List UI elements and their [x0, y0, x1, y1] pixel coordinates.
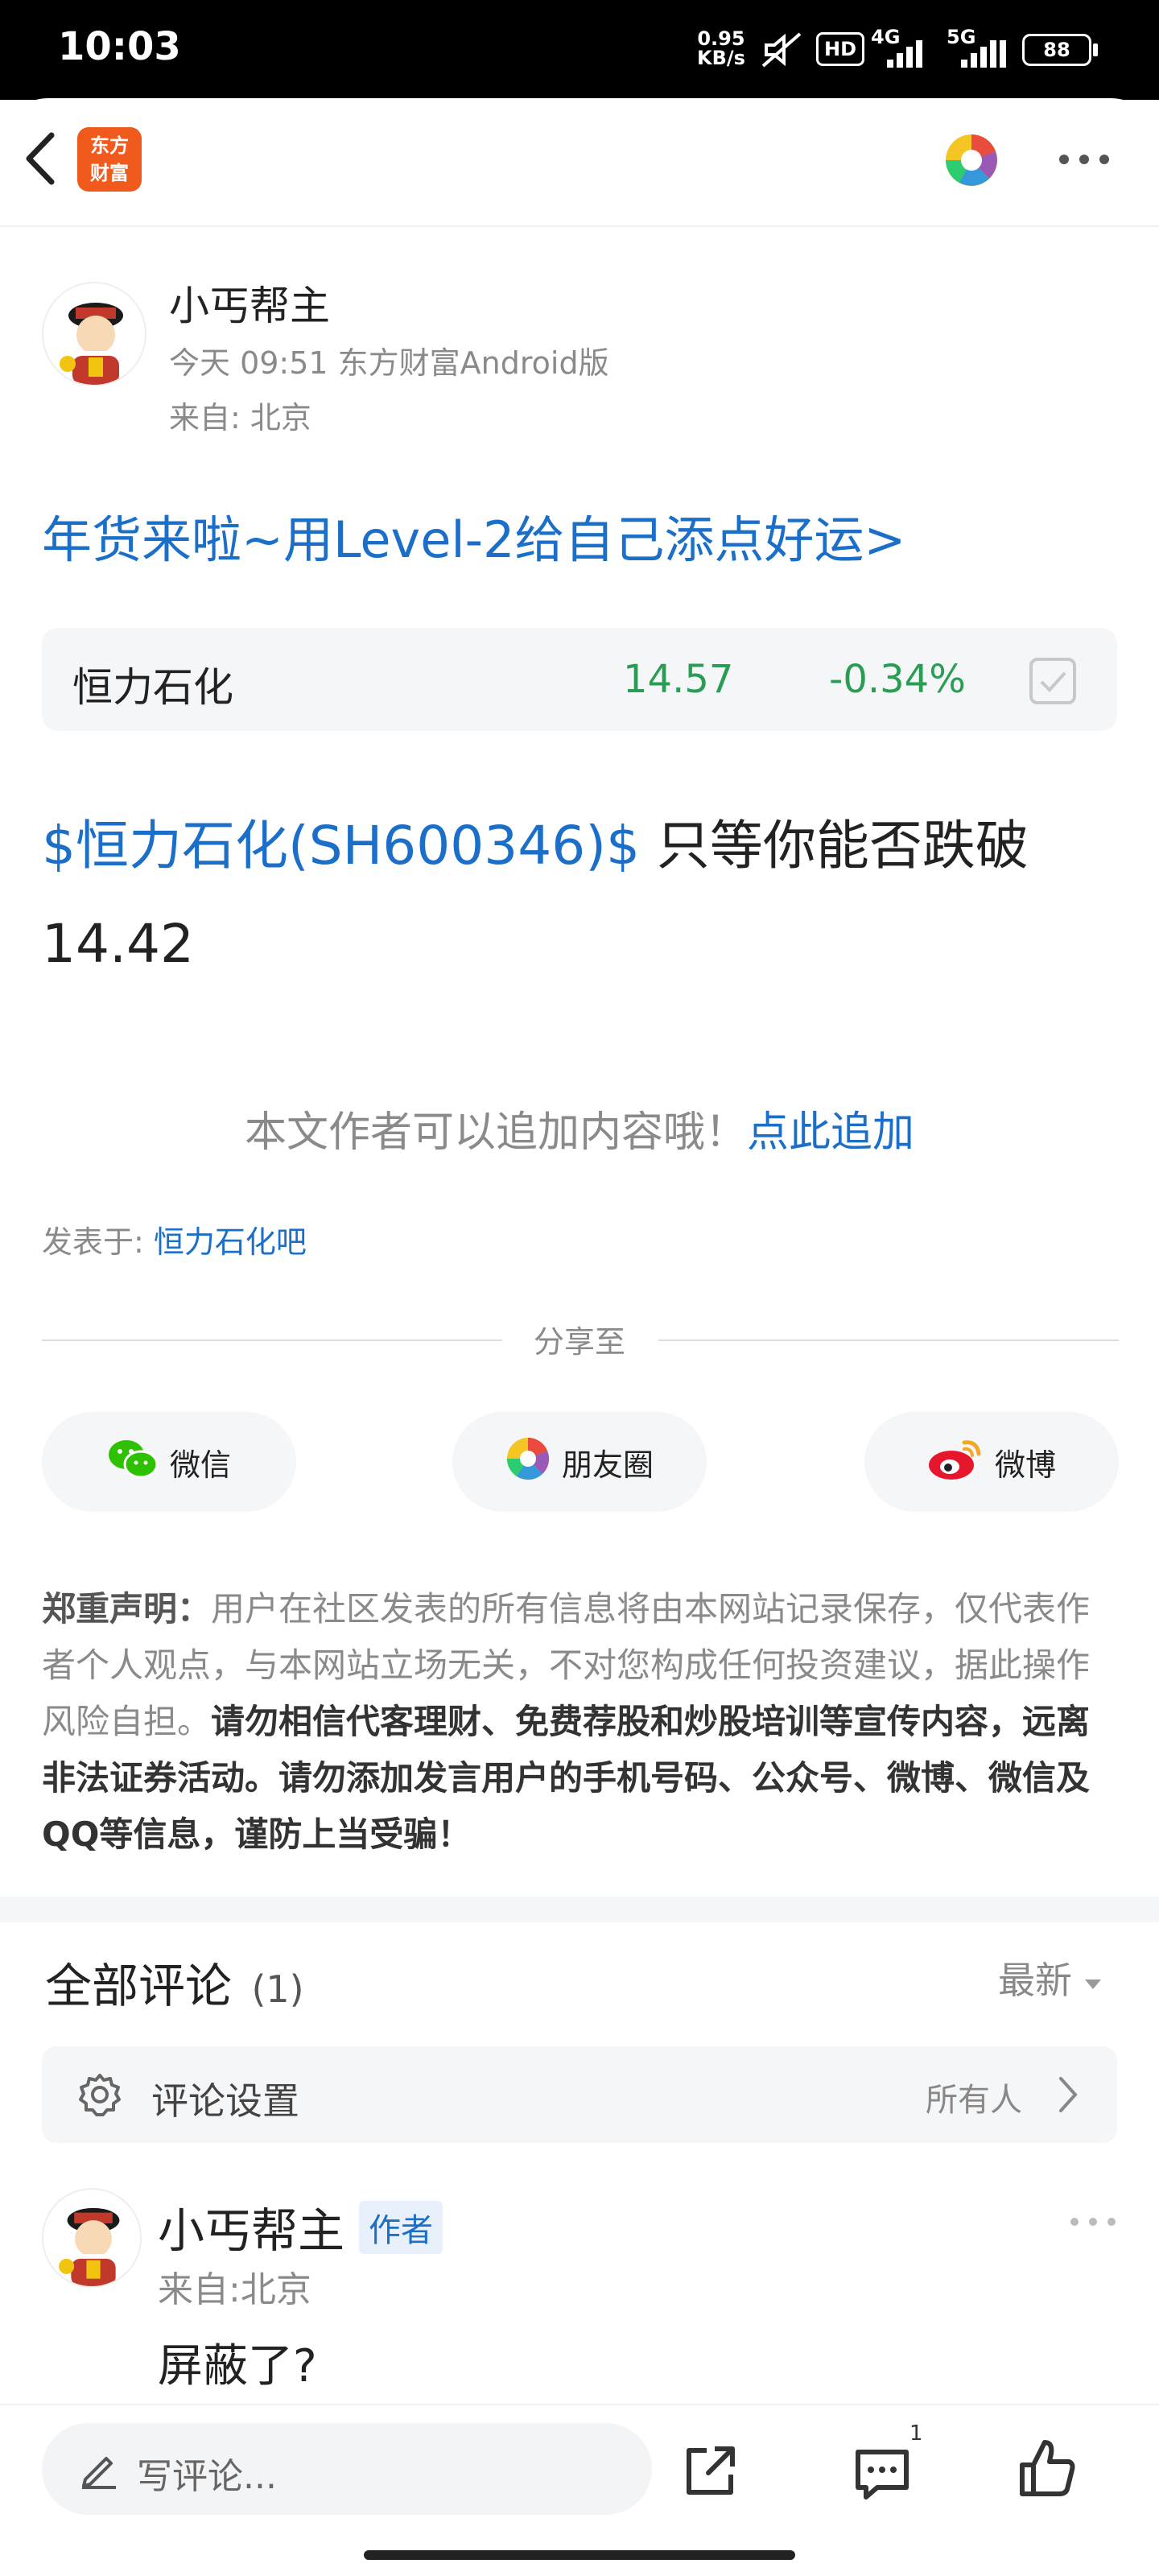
share-icon[interactable] [681, 2442, 739, 2504]
checkbox-icon[interactable] [1029, 657, 1077, 708]
stock-change: -0.34% [829, 657, 966, 702]
comment-author[interactable]: 小丐帮主 [158, 2193, 344, 2260]
mute-icon [760, 31, 805, 72]
logo-line2: 财富 [90, 162, 129, 184]
battery-tip [1093, 43, 1098, 56]
stock-name: 恒力石化 [72, 664, 233, 711]
share-wechat-label: 微信 [169, 1447, 231, 1483]
share-divider-right [658, 1340, 1119, 1341]
append-row: 本文作者可以追加内容哦！点此追加 [0, 1098, 1159, 1158]
share-moments-button[interactable]: 朋友圈 [452, 1412, 707, 1512]
posted-in-link[interactable]: 恒力石化吧 [154, 1224, 307, 1260]
status-bar: 10:03 0.95 KB/s HD 4G 5G 88 [0, 0, 1159, 100]
comment-more-icon[interactable] [1069, 2215, 1117, 2231]
author-name[interactable]: 小丐帮主 [169, 274, 330, 332]
logo-line1: 东方 [90, 134, 129, 157]
stock-card[interactable]: 恒力石化 14.57 -0.34% [42, 628, 1117, 731]
share-weibo-label: 微博 [994, 1447, 1056, 1483]
signal2-icon [959, 39, 1011, 71]
status-time: 10:03 [58, 24, 181, 69]
comments-title-row: 全部评论 (1) [45, 1948, 304, 2016]
wechat-icon [107, 1437, 159, 1488]
weibo-icon [927, 1436, 984, 1488]
net-speed-value: 0.95 [697, 27, 745, 50]
append-hint: 本文作者可以追加内容哦！ [244, 1108, 747, 1157]
comment-icon[interactable] [853, 2447, 911, 2505]
net-speed-unit: KB/s [697, 47, 745, 69]
comment-input-placeholder: 写评论... [137, 2456, 277, 2497]
author-avatar[interactable] [42, 282, 146, 386]
comment-count-badge: 1 [909, 2421, 923, 2446]
dropdown-triangle-icon [1083, 1956, 1103, 2000]
signal1-icon [885, 39, 930, 71]
thumbs-up-icon[interactable] [1017, 2438, 1077, 2502]
chevron-right-icon [1056, 2075, 1080, 2117]
comment-text: 屏蔽了? [158, 2340, 317, 2392]
battery-level: 88 [1043, 39, 1070, 61]
posted-in: 发表于: 恒力石化吧 [42, 1217, 307, 1261]
share-wechat-button[interactable]: 微信 [42, 1412, 296, 1512]
comments-count: (1) [251, 1967, 304, 2011]
post-body-text: 只等你能否跌破 [639, 815, 1029, 877]
stock-tag-link[interactable]: $恒力石化(SH600346)$ [42, 815, 640, 877]
post-body: $恒力石化(SH600346)$ 只等你能否跌破 14.42 [42, 797, 1120, 993]
app-header: 东方 财富 [0, 98, 1159, 227]
home-indicator[interactable] [364, 2550, 795, 2560]
hd-badge: HD [816, 32, 864, 66]
author-badge: 作者 [359, 2201, 443, 2254]
eastmoney-logo-icon[interactable]: 东方 财富 [77, 127, 142, 192]
battery-icon: 88 [1022, 34, 1091, 66]
bottom-bar: 写评论... 1 [0, 2404, 1159, 2576]
gear-icon [77, 2072, 122, 2120]
promo-link[interactable]: 年货来啦~用Level-2给自己添点好运> [42, 499, 905, 572]
net-speed: 0.95 KB/s [697, 29, 745, 68]
disclaimer-label: 郑重声明： [42, 1589, 212, 1629]
hd-label: HD [823, 38, 856, 60]
comment-settings-label: 评论设置 [151, 2079, 299, 2123]
comment-settings-value: 所有人 [926, 2082, 1022, 2119]
posted-in-label: 发表于: [42, 1224, 154, 1260]
section-gap [0, 1897, 1159, 1922]
sort-dropdown[interactable]: 最新 [998, 1951, 1103, 2004]
post-location: 来自: 北京 [169, 400, 311, 436]
back-arrow-icon[interactable] [21, 130, 61, 190]
stock-price: 14.57 [623, 657, 734, 702]
color-wheel-icon[interactable] [943, 132, 1000, 192]
moments-icon [505, 1436, 551, 1488]
comment-input[interactable]: 写评论... [42, 2423, 652, 2515]
disclaimer: 郑重声明：用户在社区发表的所有信息将由本网站记录保存，仅代表作者个人观点，与本网… [42, 1581, 1120, 1863]
comment-location: 来自:北京 [158, 2269, 311, 2310]
pencil-icon [79, 2449, 119, 2492]
share-weibo-button[interactable]: 微博 [864, 1412, 1119, 1512]
share-moments-label: 朋友圈 [561, 1447, 654, 1483]
more-dots-icon[interactable] [1058, 153, 1111, 169]
comments-title: 全部评论 [45, 1959, 233, 2013]
comment-settings-row[interactable]: 评论设置 所有人 [42, 2046, 1117, 2143]
post-body-line2: 14.42 [42, 913, 194, 975]
comment-avatar[interactable] [42, 2188, 142, 2288]
post-meta: 今天 09:51 东方财富Android版 [169, 345, 609, 381]
append-link[interactable]: 点此追加 [747, 1108, 914, 1157]
sort-label: 最新 [998, 1959, 1072, 2002]
